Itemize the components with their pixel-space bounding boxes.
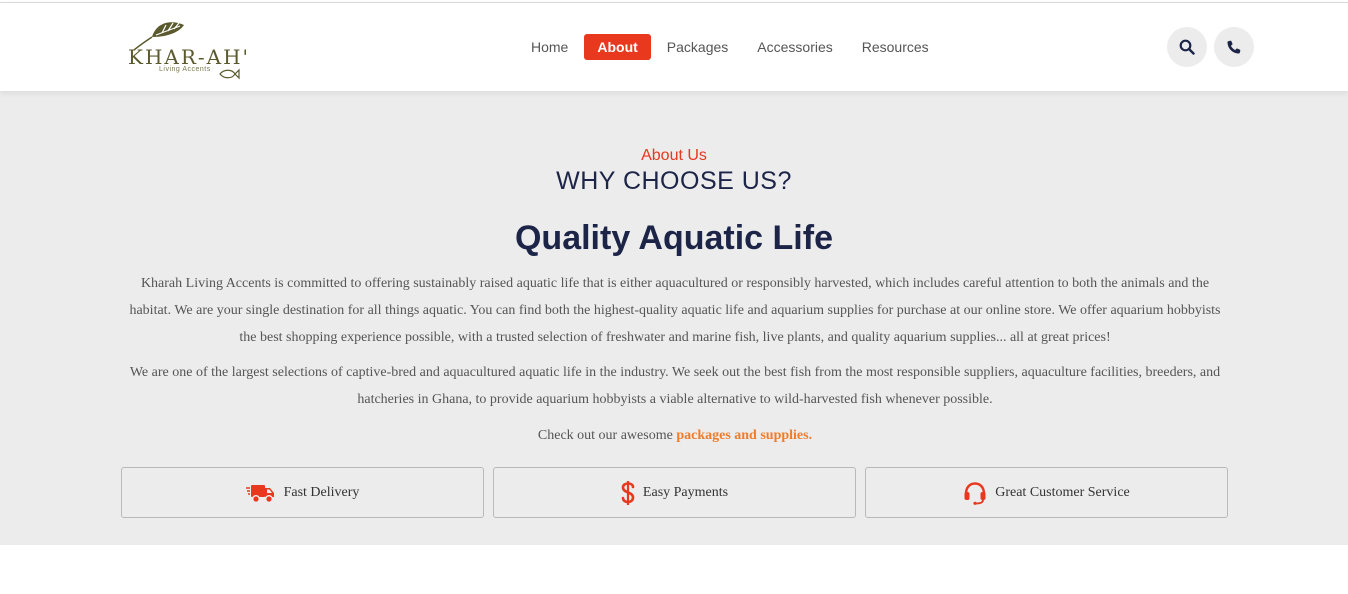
- packages-supplies-link[interactable]: packages and supplies.: [676, 428, 812, 443]
- section-heading: WHY CHOOSE US?: [556, 167, 792, 195]
- feature-easy-payments: Easy Payments: [493, 467, 856, 518]
- nav-accessories[interactable]: Accessories: [744, 34, 845, 60]
- feature-label: Great Customer Service: [995, 484, 1130, 500]
- section-eyebrow: About Us: [641, 147, 707, 164]
- nav-about[interactable]: About: [584, 34, 651, 60]
- brand-tagline: Living Accents: [159, 66, 211, 73]
- truck-icon: [245, 482, 276, 504]
- section-subheading: Quality Aquatic Life: [514, 219, 833, 257]
- about-paragraph-2: We are one of the largest selections of …: [129, 365, 1221, 407]
- cta-prefix: Check out our awesome: [537, 428, 673, 443]
- feature-fast-delivery: Fast Delivery: [121, 467, 484, 518]
- about-paragraph-1: Kharah Living Accents is committed to of…: [129, 276, 1221, 345]
- phone-icon: [1227, 40, 1241, 54]
- feature-label: Easy Payments: [642, 484, 729, 500]
- nav-resources[interactable]: Resources: [849, 34, 942, 60]
- site-header: KHAR-AH' Living Accents Home About Packa…: [0, 3, 1348, 91]
- feature-customer-service: Great Customer Service: [865, 467, 1228, 518]
- features-row: Fast Delivery Easy Payments Great Custom…: [121, 467, 1228, 518]
- nav-home[interactable]: Home: [518, 34, 581, 60]
- headset-icon: [963, 481, 987, 505]
- dollar-icon: [621, 480, 635, 506]
- about-section: About Us WHY CHOOSE US? Quality Aquatic …: [0, 91, 1348, 545]
- brand-logo[interactable]: KHAR-AH' Living Accents: [126, 17, 250, 81]
- search-icon: [1179, 39, 1195, 55]
- fish-icon: [219, 68, 240, 80]
- search-button[interactable]: [1167, 27, 1207, 67]
- feature-label: Fast Delivery: [283, 484, 360, 500]
- cta-line: Check out our awesome packages and suppl…: [120, 422, 1230, 449]
- nav-packages[interactable]: Packages: [654, 34, 741, 60]
- main-nav: Home About Packages Accessories Resource…: [518, 34, 945, 60]
- phone-button[interactable]: [1214, 27, 1254, 67]
